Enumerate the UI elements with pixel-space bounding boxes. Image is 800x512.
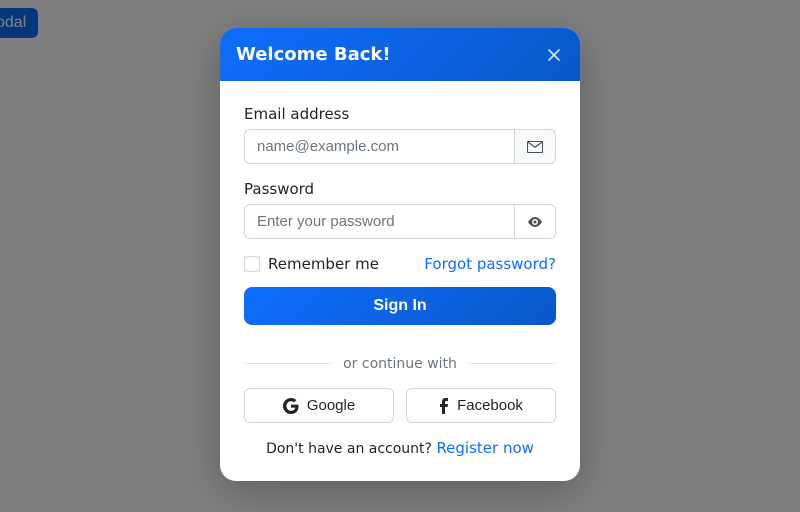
facebook-button[interactable]: Facebook (406, 388, 556, 423)
remember-checkbox[interactable] (244, 256, 260, 272)
login-form: Email address Password (244, 105, 556, 457)
modal-container: Welcome Back! Email address Password (0, 0, 800, 512)
facebook-label: Facebook (457, 397, 523, 414)
email-input-group (244, 129, 556, 164)
google-button[interactable]: Google (244, 388, 394, 423)
google-label: Google (307, 397, 355, 414)
forgot-password-link[interactable]: Forgot password? (424, 255, 556, 273)
email-field[interactable] (244, 129, 514, 164)
close-icon (546, 47, 562, 63)
register-link[interactable]: Register now (436, 439, 533, 457)
envelope-icon (527, 141, 543, 153)
sign-in-button[interactable]: Sign In (244, 287, 556, 325)
email-label: Email address (244, 105, 556, 123)
footer-prompt: Don't have an account? (266, 441, 436, 457)
remember-row: Remember me Forgot password? (244, 255, 556, 273)
facebook-icon (439, 398, 449, 414)
password-label: Password (244, 180, 556, 198)
remember-check: Remember me (244, 255, 379, 273)
social-row: Google Facebook (244, 388, 556, 423)
remember-label[interactable]: Remember me (268, 255, 379, 273)
divider-label: or continue with (331, 356, 469, 372)
google-icon (283, 398, 299, 414)
footer-text: Don't have an account? Register now (244, 439, 556, 457)
modal-title: Welcome Back! (236, 44, 391, 65)
modal-header: Welcome Back! (220, 28, 580, 81)
password-input-group (244, 204, 556, 239)
eye-icon (527, 214, 543, 230)
password-field[interactable] (244, 204, 514, 239)
close-button[interactable] (544, 45, 564, 65)
login-modal: Welcome Back! Email address Password (220, 28, 580, 481)
toggle-password-button[interactable] (514, 204, 556, 239)
modal-body: Email address Password (220, 81, 580, 481)
divider: or continue with (244, 353, 556, 372)
email-addon (514, 129, 556, 164)
